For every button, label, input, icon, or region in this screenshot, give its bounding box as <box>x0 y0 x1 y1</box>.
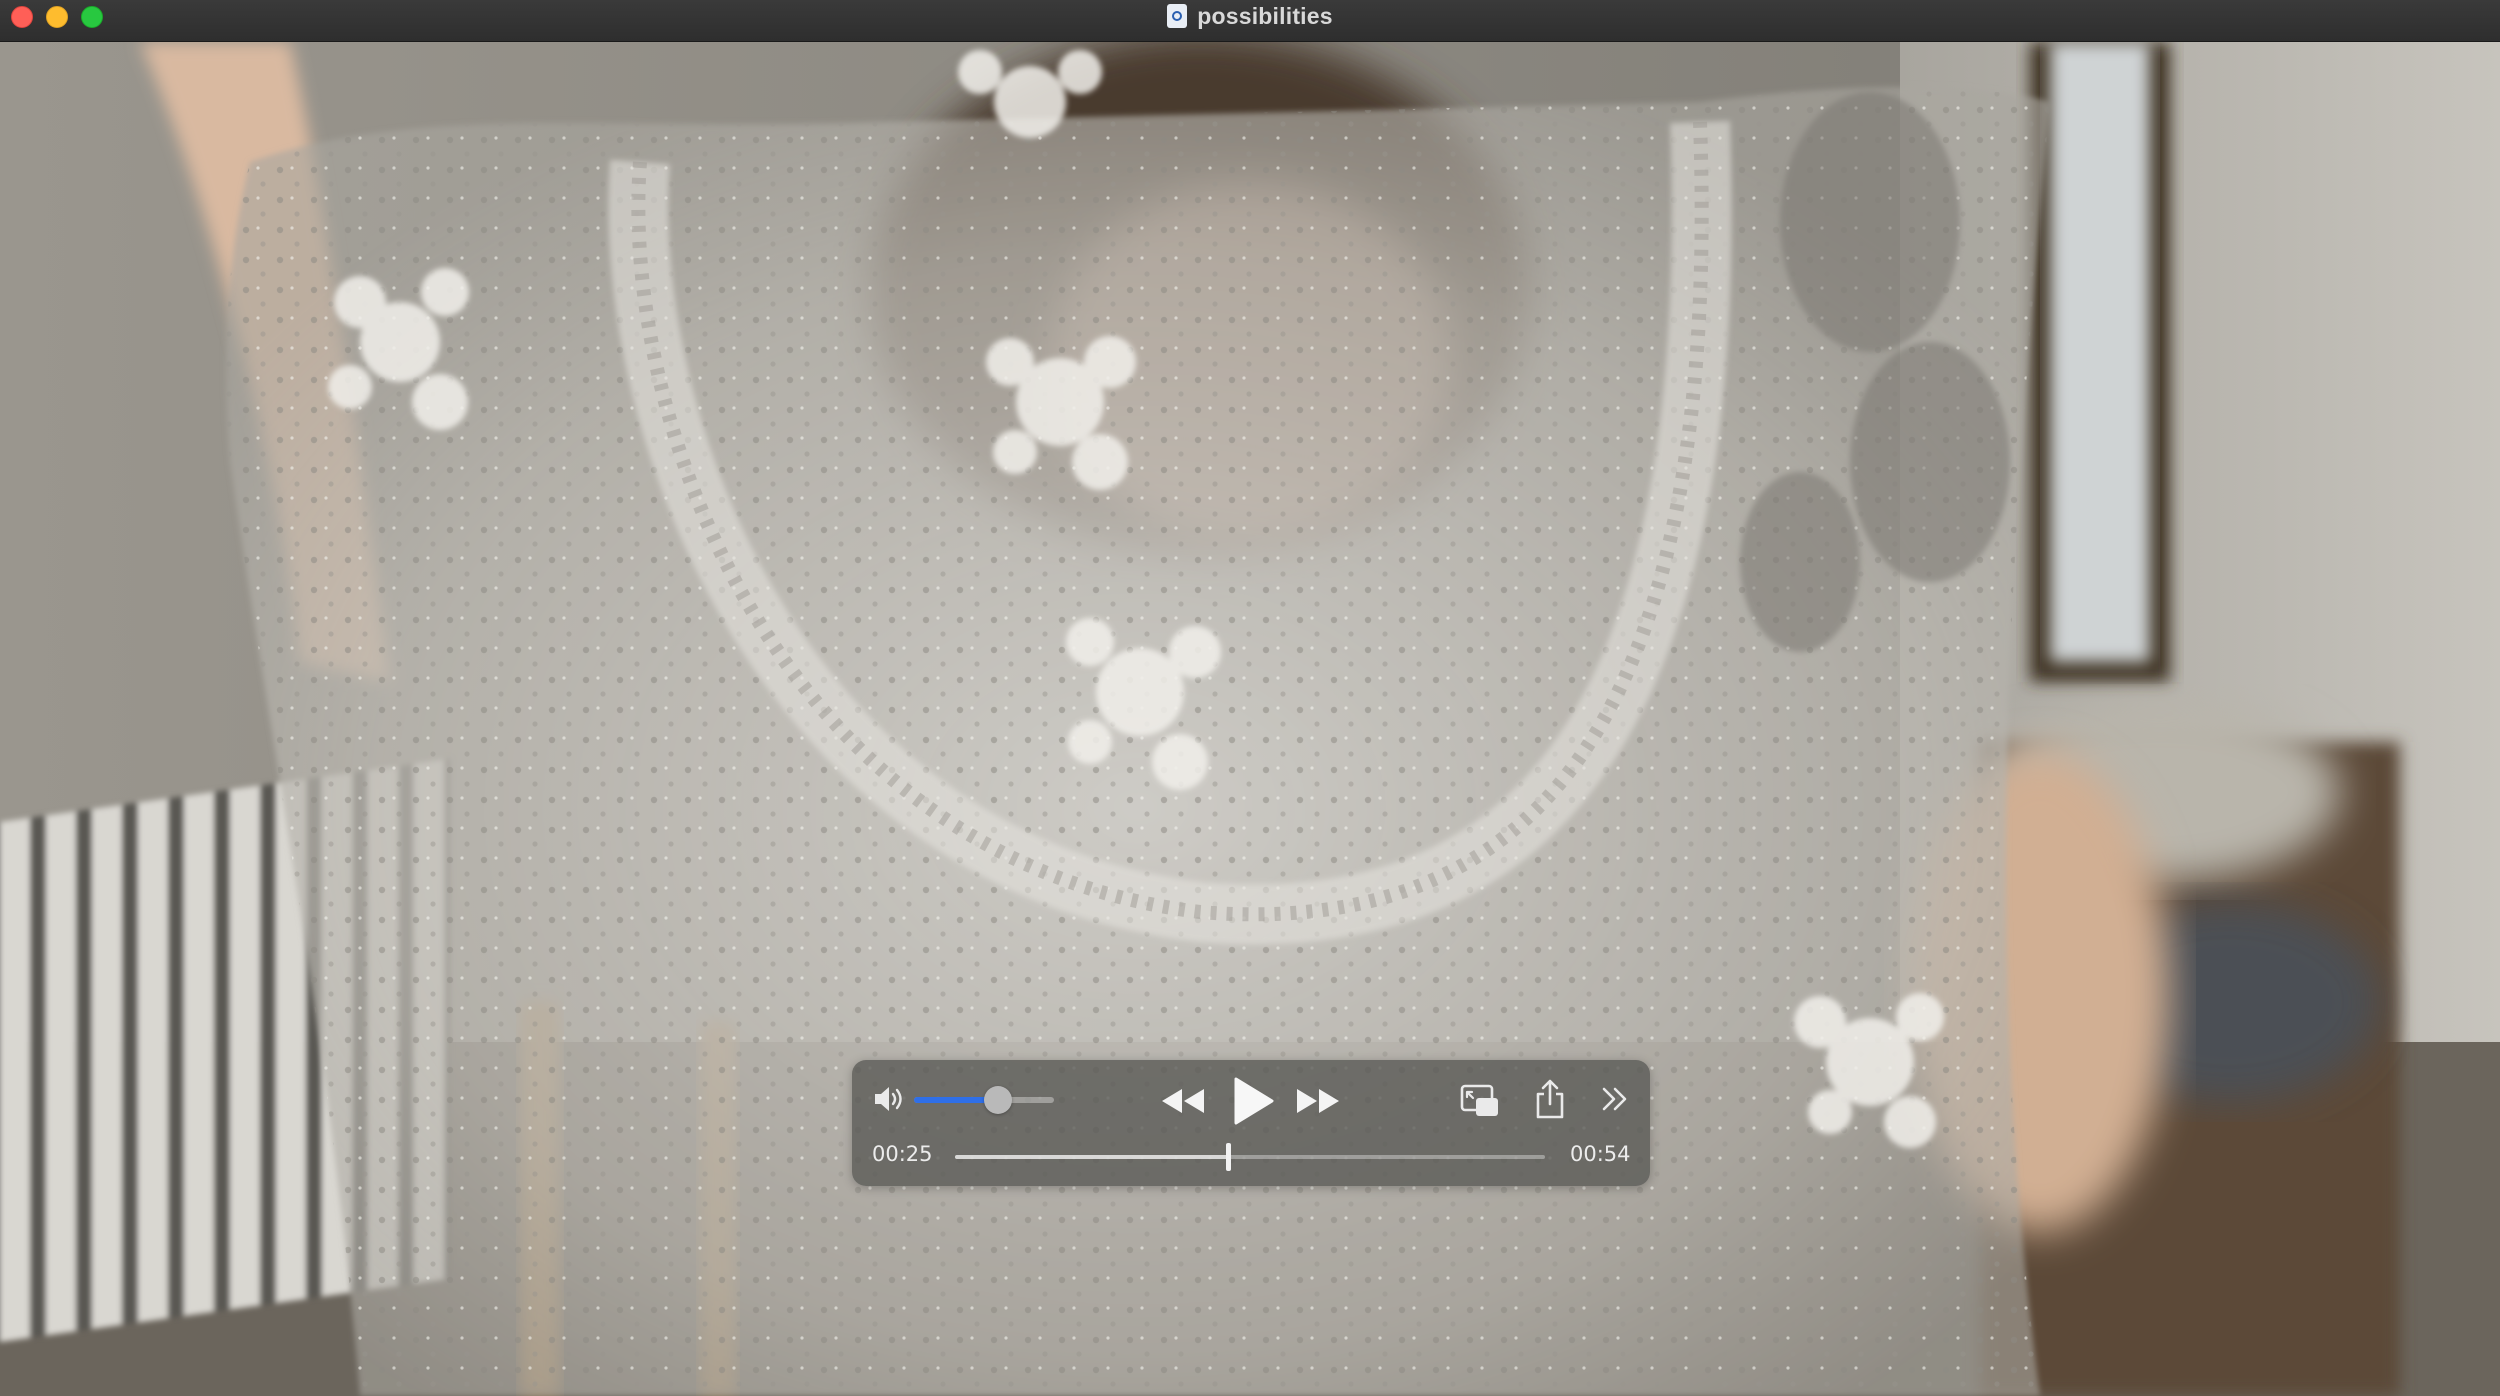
volume-slider[interactable] <box>914 1086 1054 1114</box>
playback-controls: 00:25 00:54 <box>852 1060 1650 1186</box>
volume-slider-knob[interactable] <box>984 1086 1012 1114</box>
picture-in-picture-icon[interactable] <box>1460 1084 1500 1118</box>
title-area: possibilities <box>0 0 2500 32</box>
player-window: possibilities 00:25 00:54 <box>0 0 2500 1396</box>
rewind-icon[interactable] <box>1160 1086 1206 1116</box>
playhead-handle[interactable] <box>1226 1143 1232 1171</box>
video-frame[interactable] <box>0 42 2500 1396</box>
quicktime-document-icon <box>1167 4 1188 28</box>
play-icon[interactable] <box>1226 1076 1276 1126</box>
window-title: possibilities <box>1197 2 1333 29</box>
playback-progress-fill <box>955 1155 1229 1159</box>
playback-scrubber[interactable] <box>955 1143 1545 1171</box>
chevron-double-right-icon[interactable] <box>1600 1084 1630 1114</box>
current-time: 00:25 <box>872 1142 933 1166</box>
fast-forward-icon[interactable] <box>1295 1086 1341 1116</box>
video-scene <box>0 42 2500 1396</box>
title-bar: possibilities <box>0 0 2500 42</box>
speaker-volume-icon[interactable] <box>872 1084 906 1114</box>
share-icon[interactable] <box>1533 1078 1567 1120</box>
duration-time: 00:54 <box>1570 1142 1631 1166</box>
